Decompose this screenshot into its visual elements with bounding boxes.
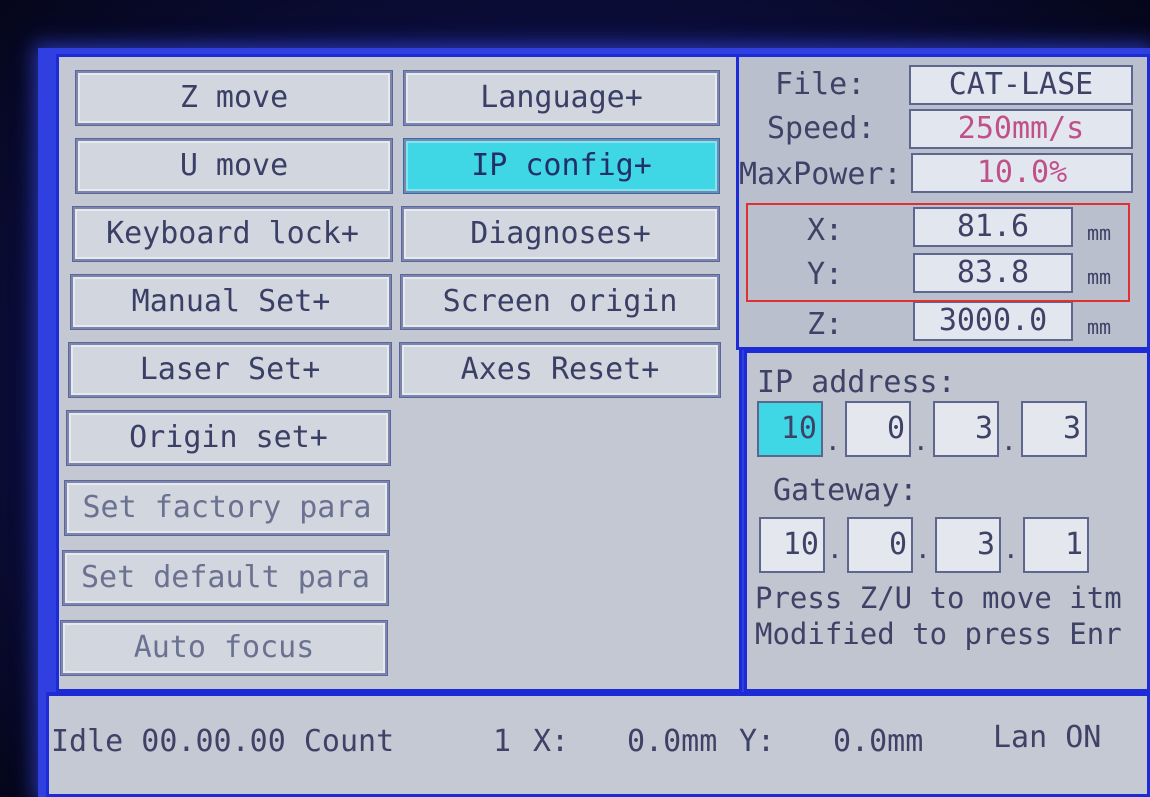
job-info-panel: File: CAT-LASE Speed: 250mm/s MaxPower: … [736,54,1150,350]
ip-octet-1-input[interactable]: 10 [757,401,823,457]
ip-separator: . [913,427,929,457]
screen-origin-button[interactable]: Screen origin [401,275,719,329]
u-move-button[interactable]: U move [76,139,392,193]
laser-set-button[interactable]: Laser Set+ [69,343,391,397]
lcd-screen: Z move U move Keyboard lock+ Manual Set+… [38,48,1150,797]
x-unit: mm [1087,221,1112,245]
y-position-value: 83.8 [913,253,1073,293]
z-move-button[interactable]: Z move [76,71,392,125]
x-label: X: [807,213,844,248]
status-x-value: 0.0mm [627,724,718,759]
menu-panel: Z move U move Keyboard lock+ Manual Set+… [56,54,742,692]
hint-line-1: Press Z/U to move itm [755,581,1122,615]
axes-reset-button[interactable]: Axes Reset+ [400,343,720,397]
ip-address-label: IP address: [757,365,956,400]
status-y-label: Y: [739,724,776,759]
diagnoses-button[interactable]: Diagnoses+ [402,207,719,261]
ip-separator: . [825,427,841,457]
language-button[interactable]: Language+ [404,71,719,125]
status-x-label: X: [533,724,570,759]
machine-state: Idle 00.00.00 Count [51,724,395,759]
set-factory-para-button[interactable]: Set factory para [65,481,389,535]
ip-octet-4-input[interactable]: 3 [1021,401,1087,457]
gateway-octet-3-input[interactable]: 3 [935,517,1001,573]
gateway-separator: . [915,535,931,565]
ip-config-panel: IP address: 10 . 0 . 3 . 3 Gateway: 10 .… [744,350,1150,692]
gateway-separator: . [1003,535,1019,565]
gateway-label: Gateway: [773,473,918,508]
ip-config-button[interactable]: IP config+ [404,139,719,193]
set-default-para-button[interactable]: Set default para [63,551,388,605]
speed-value: 250mm/s [909,109,1133,149]
run-count: 1 [493,724,512,759]
speed-label: Speed: [767,111,876,146]
lan-status: Lan ON [993,720,1102,755]
status-bar: Idle 00.00.00 Count 1 X: 0.0mm Y: 0.0mm … [46,692,1150,797]
z-position-value: 3000.0 [913,301,1073,341]
origin-set-button[interactable]: Origin set+ [67,411,390,465]
x-position-value: 81.6 [913,207,1073,247]
manual-set-button[interactable]: Manual Set+ [71,275,391,329]
status-y-value: 0.0mm [833,724,924,759]
ip-octet-3-input[interactable]: 3 [933,401,999,457]
ip-octet-2-input[interactable]: 0 [845,401,911,457]
file-value: CAT-LASE [909,65,1133,105]
file-label: File: [775,67,866,102]
gateway-octet-4-input[interactable]: 1 [1023,517,1089,573]
gateway-octet-1-input[interactable]: 10 [759,517,825,573]
z-unit: mm [1087,315,1112,339]
keyboard-lock-button[interactable]: Keyboard lock+ [73,207,392,261]
gateway-octet-2-input[interactable]: 0 [847,517,913,573]
max-power-label: MaxPower: [739,157,902,192]
auto-focus-button[interactable]: Auto focus [61,621,387,675]
y-unit: mm [1087,265,1112,289]
z-label: Z: [807,307,844,342]
gateway-separator: . [827,535,843,565]
hint-line-2: Modified to press Enr [755,617,1122,651]
y-label: Y: [807,257,844,292]
max-power-value: 10.0% [911,153,1133,193]
ip-separator: . [1001,427,1017,457]
